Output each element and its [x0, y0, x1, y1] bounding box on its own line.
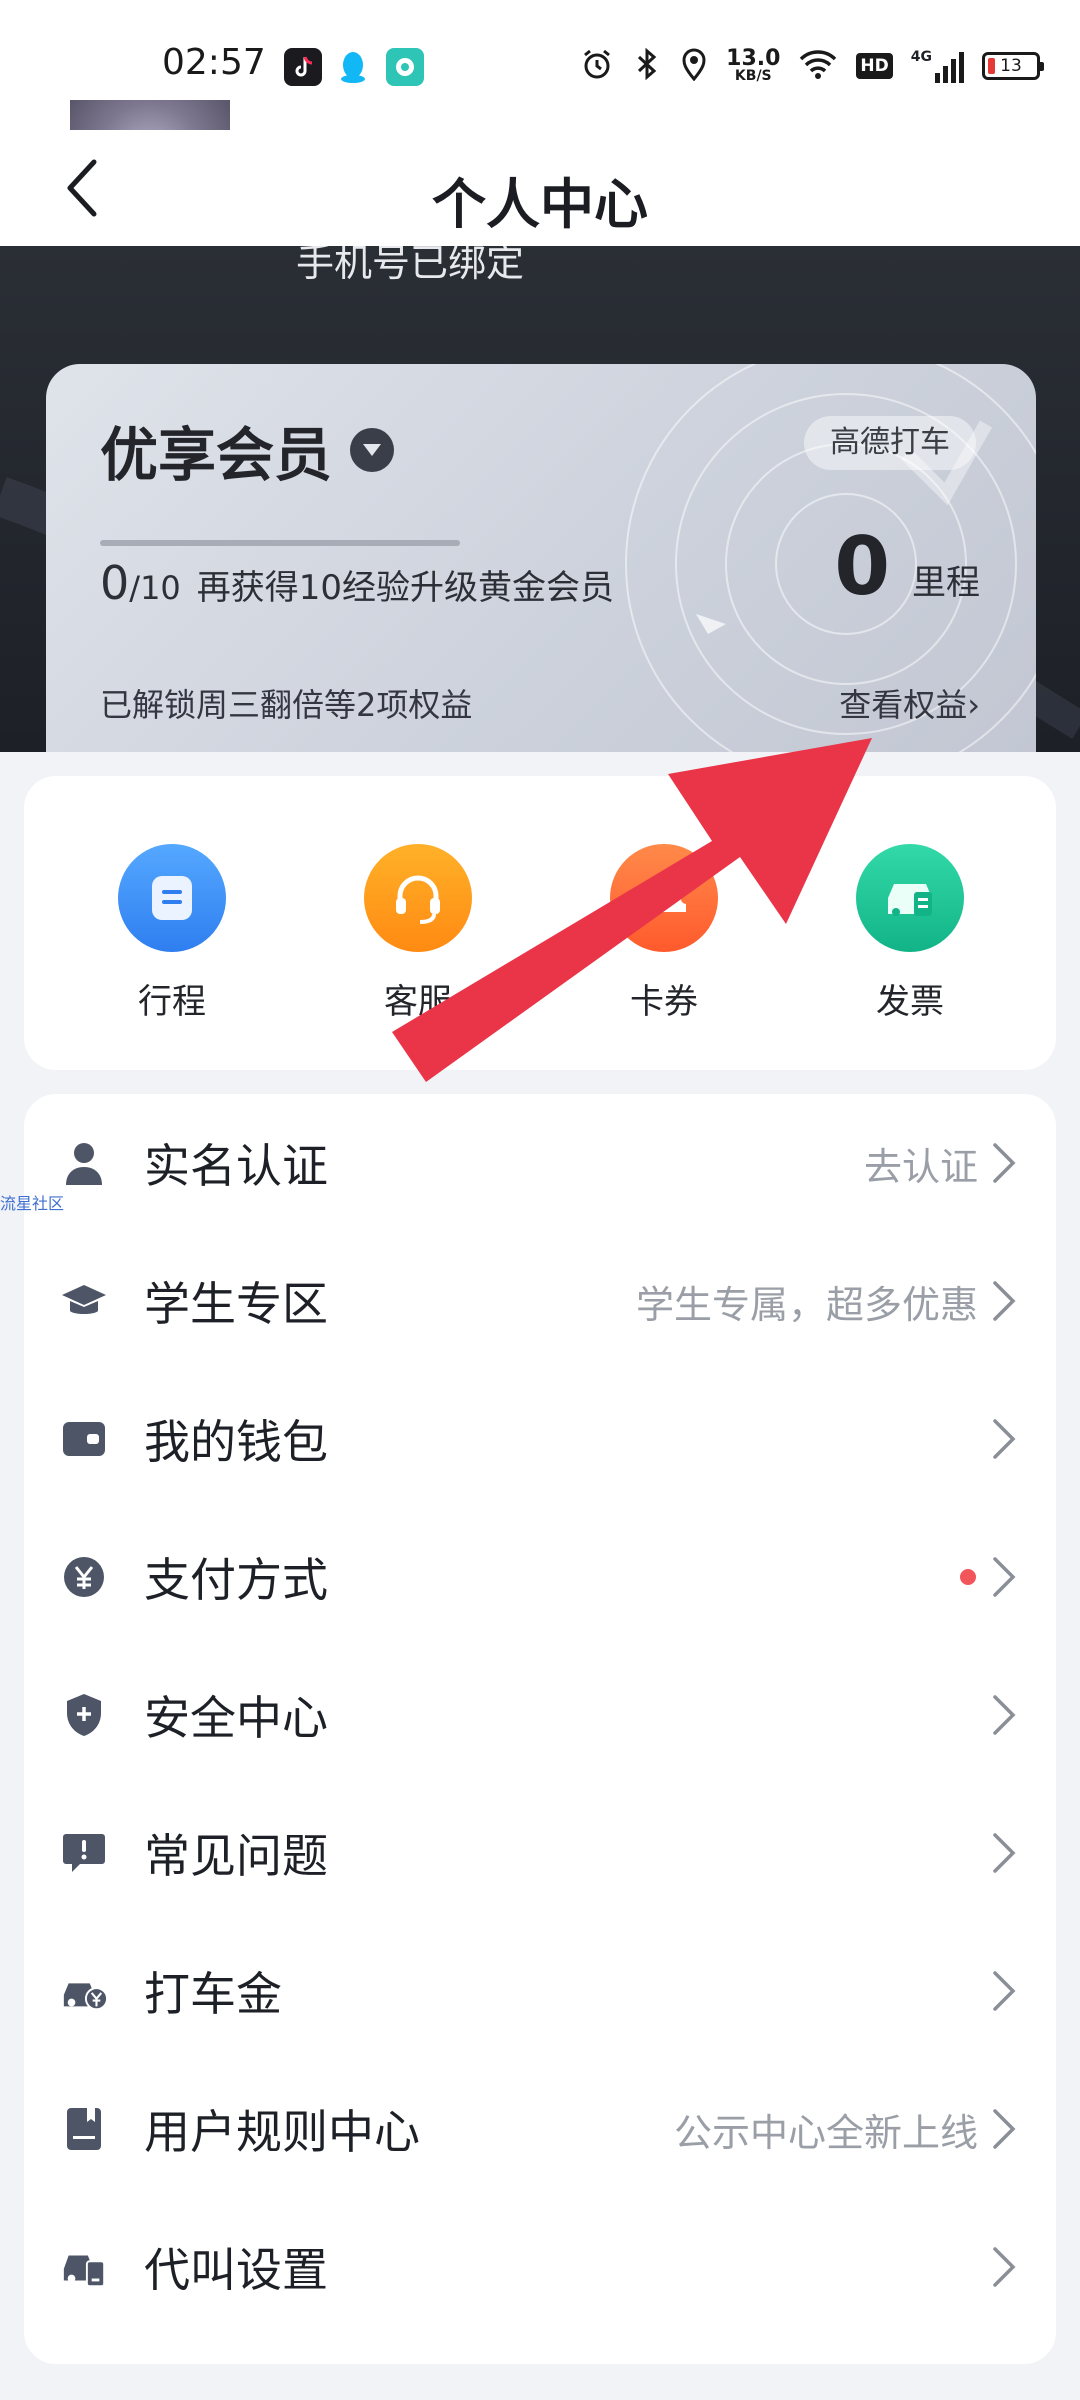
mileage-info: 0 里程: [834, 520, 980, 613]
wifi-icon: [798, 48, 838, 84]
watermark-text: 流星社区: [0, 1194, 65, 1213]
car-call-icon: [60, 2243, 108, 2291]
quick-action-invoice[interactable]: 发票: [840, 844, 980, 1023]
chat-app-icon: [386, 48, 424, 86]
member-title[interactable]: 优享会员: [100, 408, 395, 492]
menu-item-label: 代叫设置: [144, 2243, 328, 2297]
quick-action-label: 发票: [876, 982, 944, 1022]
shield-icon: [60, 1691, 108, 1739]
menu-item-payment[interactable]: 支付方式: [24, 1508, 1056, 1646]
nav-bar: 个人中心: [0, 130, 1080, 246]
speed-value: 13.0: [726, 46, 781, 71]
page-title: 个人中心: [432, 173, 648, 236]
menu-item-hint: 去认证: [863, 1144, 978, 1189]
menu-item-ride-credit[interactable]: 打车金: [24, 1922, 1056, 2060]
quick-action-coupon[interactable]: 卡券: [594, 844, 734, 1023]
menu-item-hint: 公示中心全新上线: [673, 2110, 978, 2155]
chevron-right-icon: [992, 1414, 1022, 1464]
mileage-value: 0: [834, 520, 890, 613]
menu-item-label: 支付方式: [144, 1553, 328, 1607]
notification-dot: [960, 1569, 976, 1585]
menu-item-label: 实名认证: [144, 1139, 328, 1193]
menu-item-rules[interactable]: 用户规则中心 公示中心全新上线: [24, 2060, 1056, 2198]
status-icons: 13.0 KB/S HD 4G 13: [580, 46, 1044, 86]
quick-action-service[interactable]: 客服: [348, 844, 488, 1023]
menu-item-faq[interactable]: 常见问题: [24, 1784, 1056, 1922]
faq-icon: [60, 1829, 108, 1877]
headset-icon: [364, 844, 472, 952]
menu-item-real-name[interactable]: 实名认证 去认证: [24, 1094, 1056, 1232]
brand-badge: 高德打车: [804, 416, 976, 470]
status-time: 02:57: [162, 42, 266, 83]
coupon-icon: [610, 844, 718, 952]
chevron-right-icon: [992, 1828, 1022, 1878]
quick-action-trip[interactable]: 行程: [102, 844, 242, 1023]
menu-item-label: 安全中心: [144, 1691, 328, 1745]
chevron-right-icon: [992, 1276, 1022, 1326]
exp-total: /10: [129, 569, 181, 607]
quick-action-label: 行程: [138, 982, 206, 1022]
chevron-right-icon: [992, 2104, 1022, 2154]
triangle-down-icon: [350, 428, 395, 472]
alarm-icon: [580, 47, 614, 85]
view-rights-link[interactable]: 查看权益›: [839, 680, 980, 726]
chevron-right-icon: [992, 1690, 1022, 1740]
trip-icon: [118, 844, 226, 952]
chevron-right-icon: [992, 1966, 1022, 2016]
taxi-money-icon: [60, 1967, 108, 2015]
menu-item-label: 常见问题: [144, 1829, 328, 1883]
quick-actions-card: 行程 客服 卡券 发票: [24, 776, 1056, 1070]
qq-icon: [334, 48, 372, 86]
battery-level: 13: [1000, 56, 1022, 76]
bluetooth-icon: [632, 47, 662, 85]
tiktok-icon: [284, 48, 322, 86]
network-speed: 13.0 KB/S: [726, 46, 781, 84]
chevron-right-icon: [992, 1552, 1022, 1602]
quick-action-label: 客服: [384, 982, 452, 1022]
wallet-icon: [60, 1415, 108, 1463]
exp-hint: 再获得10经验升级黄金会员: [196, 568, 615, 608]
chevron-right-icon: [992, 2242, 1022, 2292]
yuan-icon: [60, 1553, 108, 1601]
person-icon: [60, 1139, 108, 1187]
network-type: 4G: [910, 49, 932, 65]
unlocked-rights-text: 已解锁周三翻倍等2项权益: [100, 686, 473, 724]
hd-badge: HD: [856, 53, 893, 79]
menu-list: 实名认证 去认证 学生专区 学生专属，超多优惠 我的钱包 支付方式 安全中心 常…: [24, 1094, 1056, 2364]
exp-current: 0: [100, 556, 130, 610]
speed-unit: KB/S: [734, 68, 772, 84]
signal-icon: 4G: [911, 49, 964, 83]
exp-progress-bar: [100, 540, 460, 546]
chevron-right-icon: [992, 1138, 1022, 1188]
menu-item-label: 我的钱包: [144, 1415, 328, 1469]
member-level-label: 优享会员: [100, 421, 333, 489]
menu-item-security[interactable]: 安全中心: [24, 1646, 1056, 1784]
graduation-cap-icon: [60, 1277, 108, 1325]
mileage-unit: 里程: [912, 563, 980, 603]
location-icon: [680, 47, 708, 85]
menu-item-hint: 学生专属，超多优惠: [635, 1282, 978, 1327]
menu-item-label: 学生专区: [144, 1277, 328, 1331]
battery-indicator: 13: [982, 52, 1044, 80]
menu-item-wallet[interactable]: 我的钱包: [24, 1370, 1056, 1508]
rulebook-icon: [60, 2105, 108, 2153]
menu-item-label: 打车金: [144, 1967, 282, 2021]
menu-item-student[interactable]: 学生专区 学生专属，超多优惠: [24, 1232, 1056, 1370]
menu-item-label: 用户规则中心: [144, 2105, 420, 2159]
menu-item-proxy-call[interactable]: 代叫设置: [24, 2198, 1056, 2336]
member-card[interactable]: 优享会员 高德打车 0 /10 再获得10经验升级黄金会员 0 里程 已解锁周三…: [46, 364, 1036, 752]
exp-info: 0 /10 再获得10经验升级黄金会员: [100, 556, 614, 610]
quick-action-label: 卡券: [630, 982, 698, 1022]
invoice-icon: [856, 844, 964, 952]
